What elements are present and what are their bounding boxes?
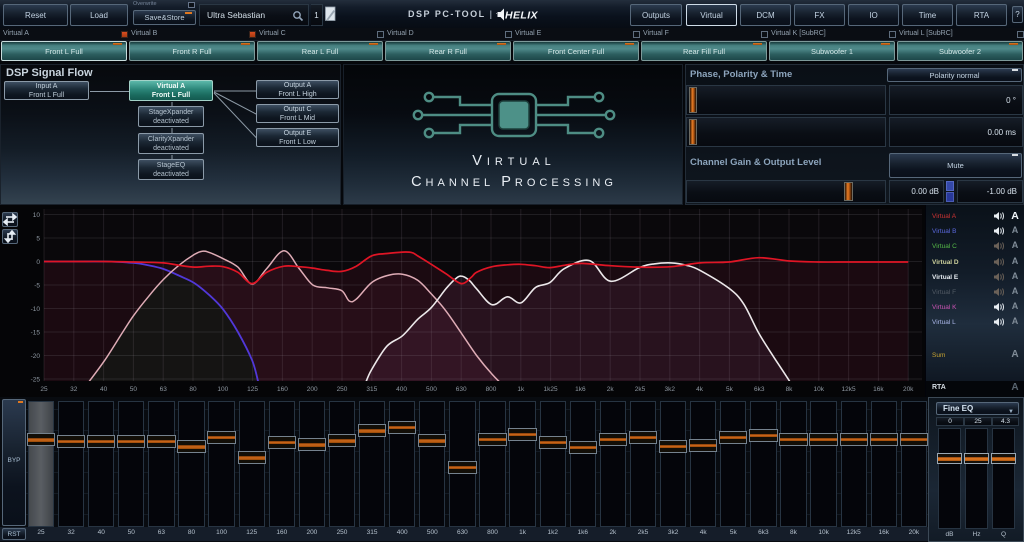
svg-text:5: 5: [36, 235, 40, 242]
svg-text:630: 630: [456, 386, 467, 393]
svg-text:160: 160: [277, 386, 288, 393]
svg-text:200: 200: [307, 386, 318, 393]
svg-text:-20: -20: [31, 353, 41, 360]
svg-text:50: 50: [130, 386, 138, 393]
svg-text:63: 63: [160, 386, 168, 393]
svg-text:10: 10: [33, 212, 41, 219]
svg-text:1k: 1k: [517, 386, 525, 393]
svg-text:12k5: 12k5: [842, 386, 856, 393]
svg-text:0: 0: [36, 259, 40, 266]
svg-text:8k: 8k: [786, 386, 794, 393]
svg-text:20k: 20k: [903, 386, 914, 393]
svg-text:315: 315: [366, 386, 377, 393]
svg-text:-25: -25: [31, 376, 41, 383]
svg-text:250: 250: [337, 386, 348, 393]
svg-text:10k: 10k: [814, 386, 825, 393]
svg-text:16k: 16k: [873, 386, 884, 393]
svg-text:-10: -10: [31, 306, 41, 313]
svg-text:32: 32: [70, 386, 78, 393]
svg-text:80: 80: [189, 386, 197, 393]
svg-text:1k25: 1k25: [544, 386, 558, 393]
svg-text:40: 40: [100, 386, 108, 393]
svg-text:2k5: 2k5: [635, 386, 646, 393]
svg-text:4k: 4k: [696, 386, 704, 393]
svg-text:-15: -15: [31, 329, 41, 336]
svg-text:25: 25: [40, 386, 48, 393]
svg-text:2k: 2k: [607, 386, 615, 393]
svg-text:3k2: 3k2: [665, 386, 676, 393]
svg-text:800: 800: [486, 386, 497, 393]
svg-text:500: 500: [426, 386, 437, 393]
svg-text:6k3: 6k3: [754, 386, 765, 393]
svg-text:125: 125: [247, 386, 258, 393]
svg-text:5k: 5k: [726, 386, 734, 393]
svg-text:100: 100: [217, 386, 228, 393]
svg-text:1k6: 1k6: [575, 386, 586, 393]
svg-text:-5: -5: [34, 282, 40, 289]
svg-text:400: 400: [396, 386, 407, 393]
svg-text:HELIX: HELIX: [505, 10, 539, 22]
